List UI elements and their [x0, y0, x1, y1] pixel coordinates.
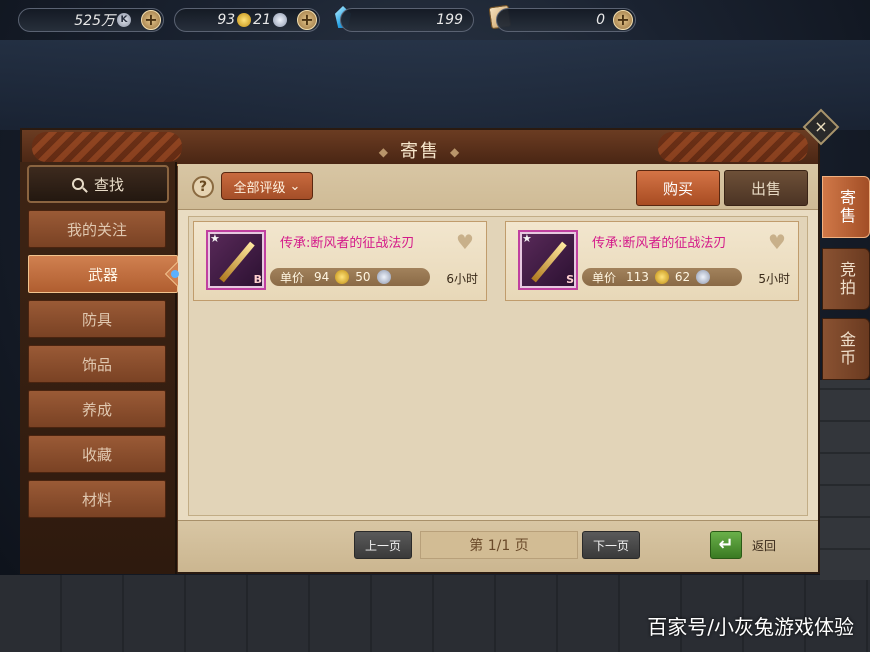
favorite-heart-icon[interactable]: ♥ [456, 232, 476, 252]
add-gold-button[interactable]: + [297, 10, 317, 30]
close-icon: × [814, 117, 828, 136]
return-arrow-icon[interactable]: ↵ [710, 531, 742, 559]
weapon-item-icon[interactable]: ★ B [206, 230, 266, 290]
listing-card[interactable]: ★ B 传承:断风者的征战法刃 ♥ 单价 94 50 6小时 [193, 221, 487, 301]
return-label[interactable]: 返回 [752, 537, 776, 554]
pagination-bar: 上一页 第 1/1 页 下一页 ↵ 返回 [178, 520, 818, 572]
gold-coin-icon [654, 270, 669, 284]
prev-page-button[interactable]: 上一页 [354, 531, 412, 559]
panel-title: ◆ 寄售 ◆ [378, 141, 462, 162]
silver-small-amount: 21 [253, 12, 271, 28]
tab-auction[interactable]: 竞拍 [822, 248, 870, 310]
price-bar: 单价 113 62 [582, 268, 742, 286]
grade-filter-dropdown[interactable]: 全部评级 ⌄ [221, 172, 313, 200]
tab-gold-exchange[interactable]: 金币 [822, 318, 870, 380]
sidebar-item-accessories[interactable]: 饰品 [28, 345, 166, 383]
listing-card[interactable]: ★ S 传承:断风者的征战法刃 ♥ 单价 113 62 5小时 [505, 221, 799, 301]
category-sidebar: 查找 我的关注 武器 防具 饰品 养成 收藏 材料 [20, 162, 194, 574]
sidebar-item-label: 饰品 [81, 355, 112, 374]
listing-content: ? 全部评级 ⌄ 购买 出售 ★ B 传承:断风者的征战法刃 ♥ 单价 94 5… [178, 164, 818, 572]
grade-badge: B [253, 273, 262, 286]
star-icon: ★ [522, 232, 532, 245]
sidebar-item-favorites[interactable]: 我的关注 [28, 210, 166, 248]
background-wall [0, 40, 870, 130]
sidebar-item-armor[interactable]: 防具 [28, 300, 166, 338]
buy-tab-button[interactable]: 购买 [636, 170, 720, 206]
sidebar-item-collection[interactable]: 收藏 [28, 435, 166, 473]
sell-tab-button[interactable]: 出售 [724, 170, 808, 206]
ticket-amount: 0 [596, 12, 605, 28]
price-silver: 62 [674, 270, 691, 284]
toolbar: ? 全部评级 ⌄ 购买 出售 [178, 164, 818, 210]
sidebar-item-label: 武器 [87, 265, 118, 284]
grade-filter-label: 全部评级 [233, 180, 286, 196]
silver-coin-icon [273, 13, 287, 27]
silver-currency: 525万 K + [18, 8, 164, 32]
gold-currency: 93 21 + [174, 8, 320, 32]
chevron-down-icon: ⌄ [289, 178, 301, 194]
add-silver-button[interactable]: + [141, 10, 161, 30]
gem-currency: 199 [340, 8, 474, 32]
price-gold: 94 [314, 270, 330, 284]
sidebar-item-label: 材料 [81, 490, 112, 509]
add-ticket-button[interactable]: + [613, 10, 633, 30]
price-bar: 单价 94 50 [270, 268, 430, 286]
ticket-currency: 0 + [496, 8, 636, 32]
listing-grid: ★ B 传承:断风者的征战法刃 ♥ 单价 94 50 6小时 ★ S 传承:断风… [188, 216, 808, 516]
weapon-item-icon[interactable]: ★ S [518, 230, 578, 290]
sidebar-item-label: 养成 [81, 400, 112, 419]
staff-icon [219, 241, 255, 283]
star-icon: ★ [210, 232, 220, 245]
sidebar-item-label: 收藏 [81, 445, 112, 464]
gold-amount: 93 [217, 12, 236, 28]
gold-coin-icon [335, 270, 350, 284]
page-indicator: 第 1/1 页 [420, 531, 578, 559]
next-page-button[interactable]: 下一页 [582, 531, 640, 559]
favorite-heart-icon[interactable]: ♥ [768, 232, 788, 252]
sidebar-item-label: 我的关注 [66, 220, 127, 239]
search-icon [71, 178, 84, 190]
panel-header: ◆ 寄售 ◆ [22, 130, 818, 166]
tab-consignment[interactable]: 寄售 [822, 176, 870, 238]
item-name: 传承:断风者的征战法刃 [592, 236, 727, 251]
price-silver: 50 [355, 270, 371, 284]
grade-badge: S [566, 273, 574, 286]
price-label: 单价 [280, 270, 305, 285]
silver-amount: 525万 [74, 13, 115, 29]
help-icon[interactable]: ? [192, 176, 214, 198]
price-gold: 113 [626, 270, 649, 284]
gold-coin-icon [237, 13, 252, 27]
price-label: 单价 [592, 270, 617, 285]
remaining-time: 5小时 [758, 272, 790, 286]
search-label: 查找 [93, 175, 124, 194]
background-stone [820, 380, 870, 580]
sidebar-item-weapons[interactable]: 武器 [28, 255, 194, 293]
k-coin-icon: K [117, 13, 131, 27]
gem-amount: 199 [436, 12, 463, 28]
sidebar-item-label: 防具 [81, 310, 112, 329]
sidebar-item-materials[interactable]: 材料 [28, 480, 166, 518]
silver-coin-icon [376, 270, 391, 284]
active-gem-icon [171, 270, 179, 278]
remaining-time: 6小时 [446, 272, 478, 286]
silver-coin-icon [696, 270, 711, 284]
watermark-text: 百家号/小灰兔游戏体验 [647, 615, 854, 639]
item-name: 传承:断风者的征战法刃 [280, 236, 415, 251]
search-button[interactable]: 查找 [27, 165, 169, 203]
staff-icon [531, 241, 567, 283]
sidebar-item-cultivation[interactable]: 养成 [28, 390, 166, 428]
